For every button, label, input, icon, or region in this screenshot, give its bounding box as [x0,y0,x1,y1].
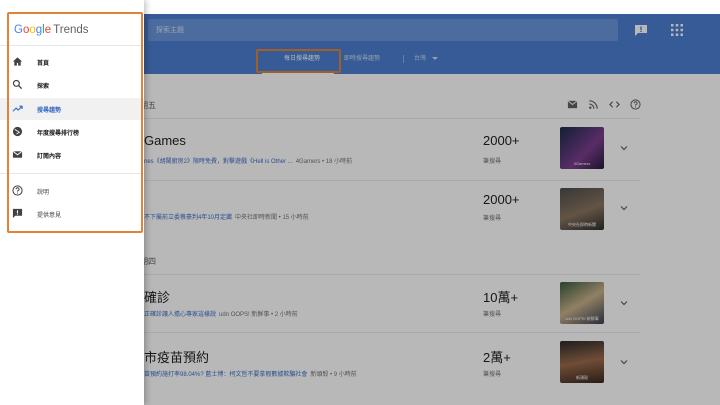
trend-thumbnail[interactable]: udn OOPS! 新鮮事 [560,282,604,324]
search-count: 10萬+ [483,290,519,305]
thumbnail-caption: 4Gamers [573,161,591,166]
nav-item-label: 訂閱內容 [37,154,62,160]
home-icon [12,57,23,66]
thumbnail-caption: udn OOPS! 新鮮事 [565,316,599,321]
nav-item-home[interactable]: 首頁 [0,51,144,73]
search-count-label: 筆搜尋 [483,312,502,318]
chevron-down-icon [432,56,439,60]
thumbnail-caption: 新頭殼 [576,375,588,380]
article-link[interactable]: nes《胡鬧廚房2》限時免費，對擊遊戲《Hell is Other ... [144,159,293,165]
trend-snippet[interactable]: 不下屬前立委蔡豪判4年10月定讞 中央社即時新聞 • 15 小時前 [144,212,309,221]
article-link[interactable]: 正確診讓人擔心專家這樣說 [144,312,216,318]
trend-title[interactable]: 市疫苗預約 [144,347,209,366]
country-select[interactable]: 台灣 [414,53,439,62]
help-icon[interactable] [630,98,641,110]
trend-snippet[interactable]: 苗預約施打率98.04%? 藍士博：柯文哲不要拿假數據欺騙社會 新頭殼 • 9 小… [144,369,357,378]
article-source: 新頭殼 • 9 小時前 [310,372,357,378]
country-label: 台灣 [414,56,427,62]
nav-item-trending-searches[interactable]: 搜尋趨勢 [0,98,144,120]
trend-snippet[interactable]: nes《胡鬧廚房2》限時免費，對擊遊戲《Hell is Other ... 4Ga… [144,156,352,165]
article-source: udn OOPS! 新鮮事 • 2 小時前 [219,312,298,318]
search-input[interactable] [148,19,618,42]
logo-letter: G [14,24,23,36]
search-count-label: 筆搜尋 [483,216,502,222]
search-count-label: 筆搜尋 [483,159,502,165]
chevron-down-icon[interactable] [620,358,628,366]
search-count: 2萬+ [483,350,511,365]
navigation-drawer: Google Trends 首頁 探索 搜尋趨勢 年度搜尋排行榜 訂閱內容 說明 … [0,0,144,405]
nav-item-label: 首頁 [37,61,50,67]
mail-icon [12,150,23,158]
nav-item-send-feedback[interactable]: 提供意見 [0,203,144,225]
rss-icon[interactable] [588,99,599,110]
help-icon [12,185,23,196]
search-icon [12,79,23,90]
trend-snippet[interactable]: 正確診讓人擔心專家這樣說 udn OOPS! 新鮮事 • 2 小時前 [144,309,298,318]
globe-icon [12,126,23,137]
search-count-label: 筆搜尋 [483,372,502,378]
search-box[interactable] [148,19,618,42]
trend-thumbnail[interactable]: 4Gamers [560,127,604,169]
trend-thumbnail[interactable]: 新頭殼 [560,341,604,383]
nav-item-label: 說明 [37,190,50,196]
logo-letter: e [44,24,52,36]
trending-up-icon [12,105,23,112]
nav-item-label: 年度搜尋排行榜 [37,131,80,137]
trend-card[interactable]: 不下屬前立委蔡豪判4年10月定讞 中央社即時新聞 • 15 小時前 2000+ 筆… [140,180,640,236]
nav-item-help[interactable]: 說明 [0,180,144,202]
embed-code-icon[interactable] [609,99,620,110]
feedback-icon [12,208,23,219]
list-actions [567,98,641,110]
feedback-icon[interactable] [634,24,648,36]
search-count: 2000+ [483,192,520,207]
search-count: 2000+ [483,133,520,148]
chevron-down-icon[interactable] [620,299,628,307]
nav-item-explore[interactable]: 探索 [0,74,144,96]
nav-item-subscriptions[interactable]: 訂閱內容 [0,144,144,166]
nav-item-label: 提供意見 [37,213,62,219]
trend-card[interactable]: 市疫苗預約 苗預約施打率98.04%? 藍士博：柯文哲不要拿假數據欺騙社會 新頭殼… [140,332,640,392]
tab-separator [403,55,404,63]
nav-item-year-in-search[interactable]: 年度搜尋排行榜 [0,121,144,143]
drawer-divider [0,173,144,174]
article-source: 中央社即時新聞 • 15 小時前 [235,215,309,221]
article-source: 4Gamers • 18 小時前 [295,159,353,165]
trend-card[interactable]: Games nes《胡鬧廚房2》限時免費，對擊遊戲《Hell is Other … [140,118,640,180]
trend-title[interactable]: Games [144,133,186,148]
nav-item-label: 探索 [37,84,50,90]
chevron-down-icon[interactable] [620,204,628,212]
trend-title[interactable]: 確診 [144,287,170,306]
thumbnail-caption: 中央社即時新聞 [568,222,596,227]
article-link[interactable]: 不下屬前立委蔡豪判4年10月定讞 [144,215,232,221]
chevron-down-icon[interactable] [620,144,628,152]
google-trends-logo[interactable]: Google Trends [14,24,89,36]
article-link[interactable]: 苗預約施打率98.04%? 藍士博：柯文哲不要拿假數據欺騙社會 [144,372,307,378]
trend-card[interactable]: 確診 正確診讓人擔心專家這樣說 udn OOPS! 新鮮事 • 2 小時前 10萬… [140,274,640,332]
logo-trends-text: Trends [53,24,89,36]
drawer-divider [0,45,144,46]
trend-thumbnail[interactable]: 中央社即時新聞 [560,188,604,230]
tab-realtime-trends[interactable]: 即時搜尋趨勢 [344,53,380,62]
apps-grid-icon[interactable] [670,23,684,37]
tab-highlight-annotation [256,49,341,73]
nav-item-label: 搜尋趨勢 [37,108,62,114]
mail-icon[interactable] [567,99,578,110]
